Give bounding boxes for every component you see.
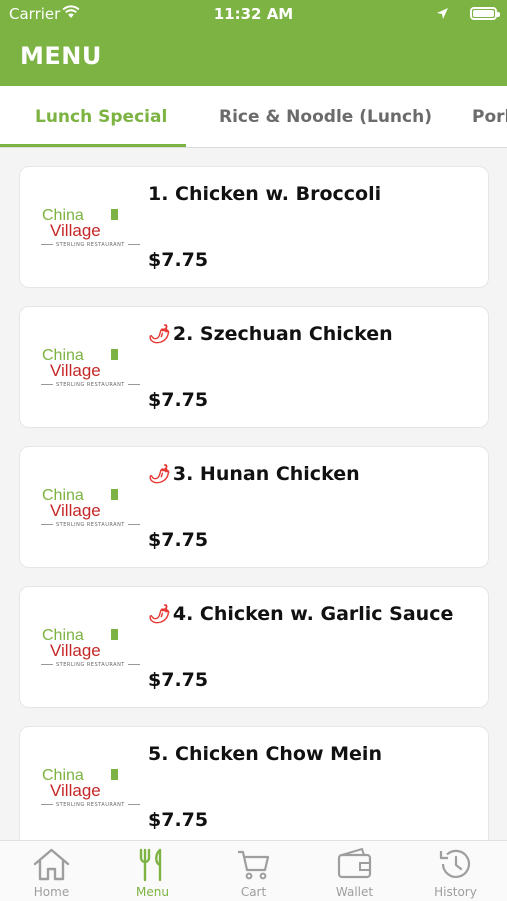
item-price: $7.75 bbox=[148, 529, 209, 551]
nav-history[interactable]: History bbox=[405, 841, 506, 901]
restaurant-logo: China Village STERLING RESTAURANT bbox=[38, 347, 124, 391]
tab-pork[interactable]: Pork bbox=[472, 86, 507, 147]
nav-menu[interactable]: Menu bbox=[102, 841, 203, 901]
menu-item-list[interactable]: China Village STERLING RESTAURANT 1. Chi… bbox=[0, 147, 507, 840]
fork-knife-icon bbox=[139, 848, 162, 882]
item-name: 5. Chicken Chow Mein bbox=[148, 743, 382, 765]
chili-pepper-icon: 🌶 bbox=[148, 604, 171, 625]
item-price: $7.75 bbox=[148, 809, 209, 831]
chili-pepper-icon: 🌶 bbox=[148, 324, 171, 345]
item-name: 🌶 4. Chicken w. Garlic Sauce bbox=[148, 603, 454, 625]
bottom-navigation: Home Menu Cart Wallet History bbox=[0, 840, 507, 901]
menu-item-card[interactable]: China Village STERLING RESTAURANT 🌶 3. Hu… bbox=[19, 446, 489, 568]
item-name: 🌶 2. Szechuan Chicken bbox=[148, 323, 393, 345]
status-bar: Carrier 11:32 AM bbox=[0, 0, 507, 30]
battery-icon bbox=[470, 7, 500, 20]
item-name: 1. Chicken w. Broccoli bbox=[148, 183, 382, 205]
item-price: $7.75 bbox=[148, 389, 209, 411]
restaurant-logo: China Village STERLING RESTAURANT bbox=[38, 487, 124, 531]
cart-icon bbox=[238, 850, 270, 880]
category-tabs: Lunch Special Rice & Noodle (Lunch) Pork bbox=[0, 86, 507, 148]
nav-wallet[interactable]: Wallet bbox=[304, 841, 405, 901]
tab-rice-noodle-lunch[interactable]: Rice & Noodle (Lunch) bbox=[219, 86, 432, 147]
chili-pepper-icon: 🌶 bbox=[148, 464, 171, 485]
nav-label: Home bbox=[33, 885, 70, 899]
status-time: 11:32 AM bbox=[213, 5, 294, 23]
page-title: MENU bbox=[20, 42, 102, 70]
item-name: 🌶 3. Hunan Chicken bbox=[148, 463, 360, 485]
restaurant-logo: China Village STERLING RESTAURANT bbox=[38, 207, 124, 251]
restaurant-logo: China Village STERLING RESTAURANT bbox=[38, 627, 124, 671]
item-price: $7.75 bbox=[148, 249, 209, 271]
menu-item-card[interactable]: China Village STERLING RESTAURANT 🌶 2. Sz… bbox=[19, 306, 489, 428]
home-icon bbox=[33, 848, 70, 881]
nav-home[interactable]: Home bbox=[1, 841, 102, 901]
nav-label: Wallet bbox=[335, 885, 374, 899]
nav-label: Menu bbox=[136, 885, 169, 899]
restaurant-logo: China Village STERLING RESTAURANT bbox=[38, 767, 124, 811]
nav-label: History bbox=[434, 885, 477, 899]
location-arrow-icon bbox=[436, 6, 449, 24]
wallet-icon bbox=[337, 847, 372, 879]
item-price: $7.75 bbox=[148, 669, 209, 691]
menu-item-card[interactable]: China Village STERLING RESTAURANT 5. Chi… bbox=[19, 726, 489, 840]
tab-lunch-special[interactable]: Lunch Special bbox=[35, 86, 167, 147]
nav-cart[interactable]: Cart bbox=[203, 841, 304, 901]
nav-label: Cart bbox=[240, 885, 267, 899]
menu-item-card[interactable]: China Village STERLING RESTAURANT 🌶 4. Ch… bbox=[19, 586, 489, 708]
menu-item-card[interactable]: China Village STERLING RESTAURANT 1. Chi… bbox=[19, 166, 489, 288]
app-header: Carrier 11:32 AM MENU bbox=[0, 0, 507, 86]
history-icon bbox=[439, 849, 471, 878]
